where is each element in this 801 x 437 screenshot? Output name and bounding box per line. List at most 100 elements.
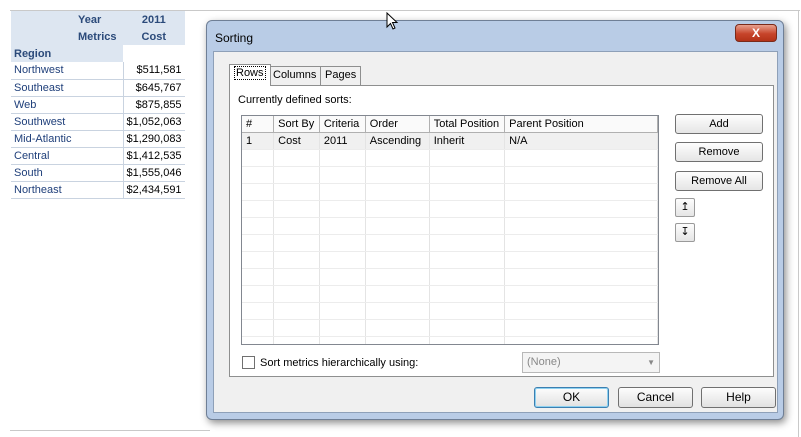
empty-cell [242, 149, 275, 167]
empty-cell [504, 217, 658, 235]
empty-cell [273, 268, 320, 286]
empty-cell [429, 302, 506, 320]
report-row: Northeast $2,434,591 [11, 181, 185, 199]
corner-cell-2 [11, 28, 75, 45]
empty-cell [273, 217, 320, 235]
column-header[interactable]: Parent Position [504, 116, 658, 133]
empty-cell [504, 149, 658, 167]
remove-all-button[interactable]: Remove All [675, 171, 763, 191]
empty-cell [365, 217, 430, 235]
empty-sort-row [242, 268, 658, 286]
tab-columns[interactable]: Columns [268, 66, 322, 85]
column-header[interactable]: Order [365, 116, 430, 133]
empty-cell [429, 149, 506, 167]
empty-cell [273, 285, 320, 303]
empty-sort-row [242, 217, 658, 235]
empty-cell [273, 183, 320, 201]
metric-value: Cost [123, 28, 185, 45]
report-row: South $1,555,046 [11, 164, 185, 182]
sort-cell-order: Ascending [365, 132, 430, 150]
empty-cell [273, 319, 320, 337]
add-button[interactable]: Add [675, 114, 763, 134]
hierarchical-sort-row: Sort metrics hierarchically using: [242, 356, 418, 369]
region-cell: Southeast [11, 79, 124, 97]
empty-sort-row [242, 251, 658, 269]
column-header[interactable]: Total Position [429, 116, 506, 133]
sort-cell-sort-by: Cost [273, 132, 320, 150]
empty-cell [504, 234, 658, 252]
header-blank [75, 45, 123, 62]
empty-cell [429, 200, 506, 218]
empty-sort-row [242, 302, 658, 320]
rows-tab-panel: Currently defined sorts: # Sort By Criteri… [229, 85, 774, 377]
close-button[interactable]: X [735, 24, 777, 42]
empty-cell [365, 285, 430, 303]
report-row: Southwest $1,052,063 [11, 113, 185, 131]
sort-cell-criteria: 2011 [319, 132, 366, 150]
remove-button[interactable]: Remove [675, 142, 763, 162]
move-down-button[interactable]: ↧ [675, 223, 695, 242]
empty-sort-row [242, 200, 658, 218]
tab-rows[interactable]: Rows [229, 64, 271, 86]
report-row: Central $1,412,535 [11, 147, 185, 165]
ok-button[interactable]: OK [534, 387, 609, 408]
empty-cell [365, 336, 430, 344]
empty-cell [319, 149, 366, 167]
region-cell: Mid-Atlantic [11, 130, 124, 148]
empty-cell [429, 268, 506, 286]
sort-cell-num: 1 [242, 132, 275, 150]
empty-cell [365, 234, 430, 252]
empty-cell [319, 285, 366, 303]
chevron-down-icon: ▼ [647, 358, 655, 367]
empty-cell [365, 302, 430, 320]
sorts-table[interactable]: # Sort By Criteria Order Total Position Paren… [241, 115, 659, 345]
cost-cell: $875,855 [123, 96, 185, 114]
empty-cell [504, 268, 658, 286]
empty-cell [504, 336, 658, 344]
report-row: Web $875,855 [11, 96, 185, 114]
region-cell: Southwest [11, 113, 124, 131]
sort-row[interactable]: 1 Cost 2011 Ascending Inherit N/A [242, 132, 658, 150]
empty-cell [504, 166, 658, 184]
dialog-title: Sorting [215, 31, 254, 45]
hierarchical-sort-select[interactable]: (None) ▼ [522, 352, 660, 373]
region-cell: Central [11, 147, 124, 165]
sort-cell-parent-position: N/A [504, 132, 658, 150]
empty-cell [242, 183, 275, 201]
tab-pages[interactable]: Pages [320, 66, 362, 85]
empty-cell [504, 302, 658, 320]
empty-cell [319, 319, 366, 337]
region-cell: Web [11, 96, 124, 114]
empty-cell [429, 234, 506, 252]
empty-cell [242, 234, 275, 252]
year-header: Year [75, 11, 123, 28]
column-header[interactable]: Criteria [319, 116, 366, 133]
empty-cell [242, 319, 275, 337]
column-header[interactable]: # [242, 116, 275, 133]
empty-cell [319, 268, 366, 286]
empty-cell [319, 183, 366, 201]
report-row: Northwest $511,581 [11, 62, 185, 80]
empty-cell [504, 319, 658, 337]
empty-cell [242, 285, 275, 303]
empty-cell [242, 302, 275, 320]
empty-cell [429, 183, 506, 201]
hierarchical-sort-checkbox[interactable] [242, 356, 255, 369]
column-header[interactable]: Sort By [273, 116, 320, 133]
cost-cell: $645,767 [123, 79, 185, 97]
empty-sort-row [242, 234, 658, 252]
report-row: Mid-Atlantic $1,290,083 [11, 130, 185, 148]
empty-cell [319, 336, 366, 344]
cancel-button[interactable]: Cancel [618, 387, 693, 408]
cost-cell: $511,581 [123, 62, 185, 80]
empty-cell [319, 234, 366, 252]
empty-cell [504, 183, 658, 201]
empty-cell [429, 336, 506, 344]
empty-cell [319, 217, 366, 235]
close-icon: X [751, 26, 760, 40]
empty-sort-row [242, 336, 658, 344]
move-up-button[interactable]: ↥ [675, 198, 695, 217]
empty-cell [273, 302, 320, 320]
arrow-down-icon: ↧ [680, 226, 690, 238]
help-button[interactable]: Help [701, 387, 776, 408]
